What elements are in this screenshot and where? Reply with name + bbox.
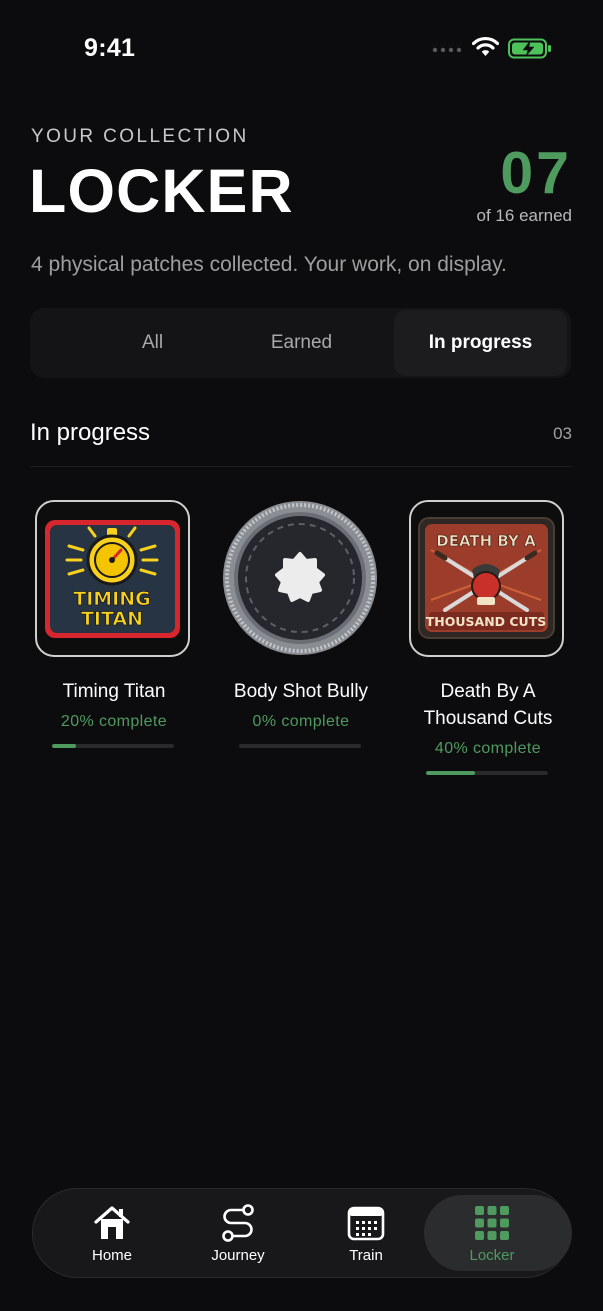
death-by-a-thousand-cuts-patch-image: DEATH BY A THOUSAND CUTS (409, 500, 564, 657)
tab-home[interactable]: Home (48, 1189, 176, 1277)
patch-progress-fill (52, 744, 77, 748)
tab-label: Locker (469, 1247, 515, 1264)
page-title: LOCKER (29, 157, 294, 225)
earned-count: 07 (500, 140, 572, 206)
patch-progress-label: 0% complete (252, 713, 350, 730)
section-title: In progress (30, 419, 151, 446)
patch-progress-bar (239, 744, 361, 748)
tab-journey[interactable]: Journey (174, 1189, 302, 1277)
tab-label: Journey (211, 1247, 265, 1264)
section-divider (30, 466, 573, 467)
collection-subtitle: 4 physical patches collected. Your work,… (31, 253, 507, 276)
patch-progress-label: 20% complete (60, 713, 168, 730)
filter-tab-all[interactable]: All (66, 310, 239, 376)
grid-icon (475, 1206, 509, 1240)
patch-progress-fill (426, 771, 475, 775)
earned-caption: of 16 earned (476, 206, 572, 225)
body-shot-bully-locked-patch-image (223, 501, 377, 655)
section-count: 03 (553, 424, 572, 443)
tab-train[interactable]: Train (302, 1189, 430, 1277)
calendar-icon (347, 1206, 385, 1241)
timing-titan-patch-image: TIMING TITAN (35, 500, 190, 657)
death-badge-line2: THOUSAND CUTS (426, 614, 546, 629)
cellular-signal-icon (432, 47, 462, 53)
tab-locker[interactable]: Locker (424, 1189, 572, 1277)
patch-name: Body Shot Bully (233, 681, 369, 702)
patch-progress-label: 40% complete (434, 740, 542, 757)
route-icon (222, 1204, 254, 1242)
tab-label: Train (349, 1247, 383, 1264)
patch-name: Timing Titan (62, 681, 166, 702)
filter-segmented-control: All Earned In progress (30, 308, 571, 378)
filter-tab-earned[interactable]: Earned (215, 310, 388, 376)
collection-eyebrow: YOUR COLLECTION (31, 126, 249, 147)
timing-titan-badge-line2: TITAN (81, 608, 143, 630)
battery-charging-icon (508, 38, 551, 59)
patch-name: Death By A Thousand Cuts (423, 681, 553, 729)
home-icon (94, 1206, 130, 1239)
patch-progress-bar (52, 744, 174, 748)
timing-titan-badge-line1: TIMING (73, 588, 151, 610)
status-bar: 9:41 (0, 0, 603, 100)
status-time: 9:41 (84, 34, 136, 62)
filter-tab-in-progress[interactable]: In progress (394, 310, 567, 376)
bottom-tab-bar: Home Journey Train Locker (32, 1188, 572, 1278)
wifi-icon (472, 36, 499, 56)
patch-progress-bar (426, 771, 548, 775)
tab-label: Home (91, 1247, 132, 1264)
death-badge-line1: DEATH BY A (436, 532, 536, 550)
